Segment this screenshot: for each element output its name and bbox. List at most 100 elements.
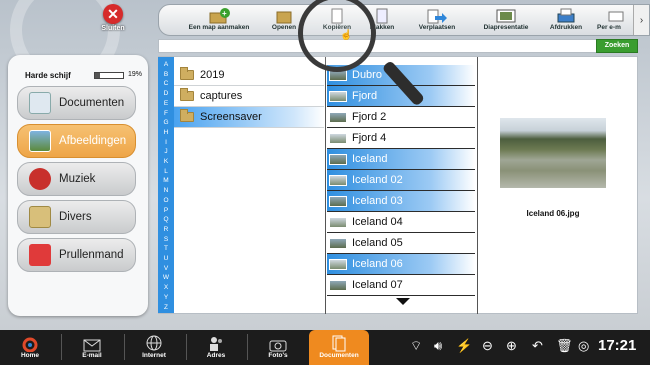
- taskbar-fotos[interactable]: Foto's: [256, 330, 300, 365]
- toolbar-next-button[interactable]: ›: [633, 5, 649, 35]
- alphabet-letter[interactable]: R: [158, 226, 174, 233]
- file-name: Iceland: [352, 153, 388, 165]
- close-icon: ✕: [103, 4, 123, 24]
- taskbar-adres[interactable]: Adres: [194, 330, 238, 365]
- sidebar-item-afbeeldingen[interactable]: Afbeeldingen: [17, 124, 136, 158]
- file-item[interactable]: Iceland: [327, 149, 475, 170]
- volume-icon[interactable]: 🔊︎: [434, 338, 442, 354]
- trash-icon[interactable]: 🗑︎: [556, 338, 573, 354]
- email-button[interactable]: Per e-m: [597, 7, 635, 31]
- close-button[interactable]: ✕ Sluiten: [96, 4, 130, 32]
- file-item[interactable]: Iceland 03: [327, 191, 475, 212]
- alphabet-letter[interactable]: M: [158, 177, 174, 184]
- thumbnail-image: [329, 153, 347, 165]
- print-button[interactable]: Afdrukken: [547, 7, 585, 31]
- clock: 17:21: [598, 337, 637, 354]
- alphabet-letter[interactable]: X: [158, 284, 174, 291]
- open-button[interactable]: Openen: [267, 7, 301, 31]
- thumbnail-image: [329, 111, 347, 123]
- disk-usage-bar: [94, 72, 124, 79]
- thumbnail-image: [329, 237, 347, 249]
- folder-item[interactable]: captures: [174, 86, 324, 107]
- taskbar-divider: [247, 334, 248, 360]
- column-divider: [325, 57, 326, 314]
- alphabet-letter[interactable]: H: [158, 129, 174, 136]
- folder-icon: [180, 67, 194, 80]
- alphabet-letter[interactable]: S: [158, 236, 174, 243]
- alphabet-letter[interactable]: Y: [158, 294, 174, 301]
- alphabet-letter[interactable]: N: [158, 187, 174, 194]
- alphabet-letter[interactable]: O: [158, 197, 174, 204]
- search-input[interactable]: [158, 39, 638, 53]
- move-button[interactable]: Verplaatsen: [413, 7, 461, 31]
- alphabet-letter[interactable]: Q: [158, 216, 174, 223]
- alphabet-letter[interactable]: V: [158, 265, 174, 272]
- alphabet-letter[interactable]: B: [158, 71, 174, 78]
- taskbar-internet[interactable]: Internet: [132, 330, 176, 365]
- sidebar-item-prullenmand[interactable]: Prullenmand: [17, 238, 136, 272]
- thumbnail-image: [329, 258, 347, 270]
- alphabet-letter[interactable]: T: [158, 245, 174, 252]
- alphabet-letter[interactable]: F: [158, 110, 174, 117]
- folder-item[interactable]: Screensaver: [174, 107, 324, 128]
- move-icon: [413, 7, 461, 24]
- sidebar-item-divers[interactable]: Divers: [17, 200, 136, 234]
- taskbar-home[interactable]: Home: [8, 330, 52, 365]
- taskbar-label: Foto's: [268, 352, 288, 359]
- alphabet-letter[interactable]: K: [158, 158, 174, 165]
- alphabet-letter[interactable]: W: [158, 274, 174, 281]
- preview-caption: Iceland 06.jpg: [526, 209, 580, 218]
- folder-item[interactable]: 2019: [174, 65, 324, 86]
- zoom-in-icon[interactable]: ⊕: [506, 338, 517, 354]
- alphabet-letter[interactable]: G: [158, 119, 174, 126]
- alphabet-letter[interactable]: A: [158, 61, 174, 68]
- music-icon: [29, 168, 51, 190]
- create-folder-button[interactable]: + Een map aanmaken: [179, 7, 259, 31]
- file-name: Iceland 04: [352, 216, 403, 228]
- file-item[interactable]: Fjord 4: [327, 128, 475, 149]
- folder-icon: [180, 109, 194, 122]
- taskbar-email[interactable]: E-mail: [70, 330, 114, 365]
- contacts-icon: [194, 330, 238, 352]
- help-lifebuoy-icon[interactable]: ◎: [578, 338, 589, 354]
- search-button[interactable]: Zoeken: [596, 39, 638, 53]
- alphabet-letter[interactable]: E: [158, 100, 174, 107]
- file-name: Iceland 07: [352, 279, 403, 291]
- zoom-out-icon[interactable]: ⊖: [482, 338, 493, 354]
- alphabet-letter[interactable]: P: [158, 207, 174, 214]
- sidebar-item-documenten[interactable]: Documenten: [17, 86, 136, 120]
- disk-usage-percent: 19%: [128, 71, 143, 78]
- file-name: Iceland 06: [352, 258, 403, 270]
- file-item[interactable]: Iceland 02: [327, 170, 475, 191]
- email-icon: [597, 7, 635, 24]
- slideshow-button[interactable]: Diapresentatie: [479, 7, 533, 31]
- alphabet-letter[interactable]: C: [158, 80, 174, 87]
- file-item[interactable]: Iceland 05: [327, 233, 475, 254]
- file-item[interactable]: Iceland 04: [327, 212, 475, 233]
- file-item[interactable]: Iceland 07: [327, 275, 475, 296]
- sidebar-item-label: Muziek: [59, 173, 96, 185]
- file-name: Dubro: [352, 69, 382, 81]
- alphabet-index: ABCDEFGHIJKLMNOPQRSTUVWXYZ: [158, 57, 174, 313]
- taskbar-divider: [61, 334, 62, 360]
- alphabet-letter[interactable]: U: [158, 255, 174, 262]
- file-item[interactable]: Iceland 06: [327, 254, 475, 275]
- alphabet-letter[interactable]: L: [158, 168, 174, 175]
- create-folder-label: Een map aanmaken: [188, 24, 250, 31]
- camera-icon: [256, 330, 300, 352]
- disk-label: Harde schijf: [25, 71, 71, 80]
- alphabet-letter[interactable]: D: [158, 90, 174, 97]
- alphabet-letter[interactable]: I: [158, 139, 174, 146]
- open-folder-icon: [267, 7, 301, 24]
- trash-icon: [29, 244, 51, 266]
- back-icon[interactable]: ↶: [532, 338, 543, 354]
- alphabet-letter[interactable]: Z: [158, 304, 174, 311]
- scroll-down-arrow[interactable]: [396, 298, 410, 305]
- file-item[interactable]: Fjord 2: [327, 107, 475, 128]
- column-divider: [477, 57, 478, 314]
- taskbar-documenten[interactable]: Documenten: [309, 330, 369, 365]
- folder-name: captures: [200, 90, 243, 102]
- image-preview: [500, 118, 606, 188]
- sidebar-item-muziek[interactable]: Muziek: [17, 162, 136, 196]
- alphabet-letter[interactable]: J: [158, 148, 174, 155]
